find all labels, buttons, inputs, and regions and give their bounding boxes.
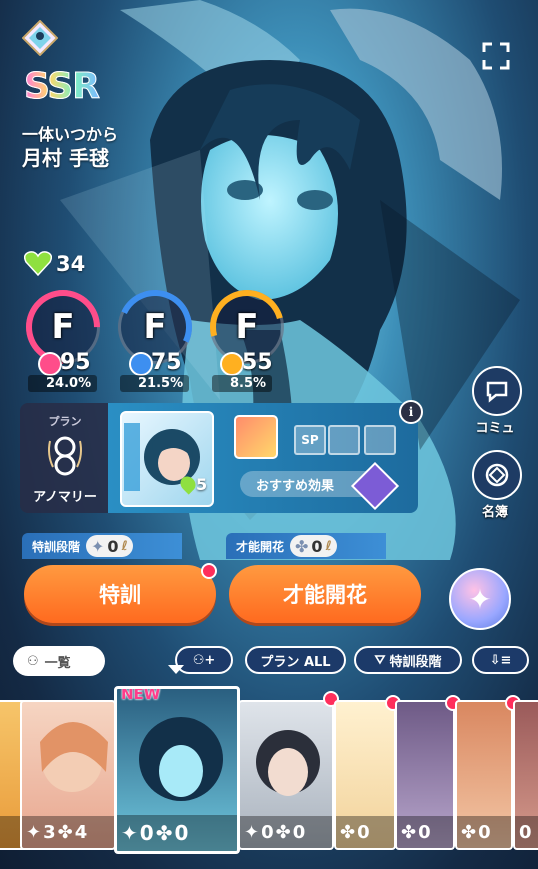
key-icon: ℓ (121, 538, 128, 554)
stage-filter-button[interactable]: ⛛ 特訓段階 (354, 646, 462, 674)
clover-icon: ✤ (461, 821, 477, 843)
chat-icon (486, 381, 508, 403)
character-name: 月村 手毬 (22, 146, 109, 170)
vocal-grade: F (51, 307, 75, 347)
item-icon[interactable] (234, 415, 278, 459)
gift-icon (364, 425, 396, 455)
stage-filter-label: 特訓段階 (389, 654, 442, 670)
talent-stage-label: 才能開花 (236, 539, 285, 554)
talent-count-badge: ✤ 0 ℓ (290, 535, 337, 557)
vocal-value: 95 (60, 350, 91, 375)
selected-indicator-icon (168, 665, 184, 674)
group-icon: ⚇+ (192, 652, 216, 668)
training-button[interactable]: 特訓 (24, 565, 216, 623)
meibo-label: 名簿 (481, 505, 508, 520)
fullscreen-icon[interactable] (482, 42, 510, 70)
card-portrait (40, 722, 108, 792)
card-type-emblem (21, 19, 59, 57)
sparkle-icon: ✦ (121, 821, 138, 845)
commu-label: コミュ (475, 421, 515, 436)
dance-value: 75 (151, 350, 182, 375)
idol-card[interactable]: 0 (513, 700, 538, 850)
card-counts: 0 (515, 816, 538, 848)
rarity-badge: SSR (24, 66, 101, 108)
card-counts: ✦ 0 ✤ 0 (240, 816, 332, 848)
list-view-button[interactable]: ⚇ 一覧 (13, 646, 105, 676)
clover-icon: ✤ (295, 536, 309, 556)
visual-grade: F (235, 307, 259, 347)
visual-bonus: 8.5% (212, 375, 273, 392)
sparkle-action-button[interactable]: ✦ (449, 568, 511, 630)
plan-label: プラン (48, 415, 82, 428)
plan-value: アノマリー (33, 490, 97, 505)
idol-card[interactable]: ✦ 3 ✤ 4 (20, 700, 116, 850)
training-count-badge: ✦ 0 ℓ (86, 535, 133, 557)
clover-icon: ✤ (155, 821, 173, 845)
meibo-button[interactable] (472, 450, 522, 500)
talent-bloom-button[interactable]: 才能開花 (229, 565, 421, 623)
vocal-bonus: 24.0% (28, 375, 98, 392)
list-view-label: 一覧 (44, 655, 71, 671)
idol-card[interactable]: ✤ 0 (395, 700, 455, 850)
idol-card[interactable]: ✤ 0 (455, 700, 513, 850)
clover-icon: ✤ (57, 821, 73, 843)
anomaly-icon (48, 436, 82, 476)
clover-icon: ✤ (340, 821, 356, 843)
list-person-icon: ⚇ (27, 653, 39, 669)
filter-icon: ⛛ (374, 652, 386, 668)
produce-idol-screen: SSR 一体いつから 月村 手毬 34 F F F 95 75 55 24.0%… (0, 0, 538, 869)
plan-panel[interactable]: プラン アノマリー (20, 403, 110, 513)
support-level: 5 (196, 475, 208, 494)
magic-sparkle-icon: ✦ (468, 582, 492, 616)
dance-icon (129, 352, 153, 376)
card-counts: ✦ 0 ✤ 0 (117, 815, 237, 851)
training-notification-dot (201, 563, 217, 579)
clover-icon: ✤ (275, 821, 291, 843)
support-card[interactable]: 5 (120, 411, 214, 507)
card-counts: ✦ 3 ✤ 4 (22, 816, 114, 848)
recommend-label: おすすめ効果 (256, 478, 335, 494)
visual-value: 55 (242, 350, 273, 375)
info-icon[interactable]: i (399, 400, 423, 424)
plan-filter-button[interactable]: プラン ALL (245, 646, 346, 674)
idol-card-selected[interactable]: NEW ✦ 0 ✤ 0 (114, 686, 240, 854)
vocal-icon (38, 352, 62, 376)
dance-grade: F (143, 307, 167, 347)
training-stage-label: 特訓段階 (32, 539, 81, 554)
talent-stage-bar: 才能開花 ✤ 0 ℓ (226, 533, 386, 559)
talent-count: 0 (311, 536, 323, 556)
support-panel[interactable]: 5 SP おすすめ効果 (108, 403, 418, 513)
training-stage-bar: 特訓段階 ✦ 0 ℓ (22, 533, 182, 559)
new-badge: NEW (121, 686, 161, 703)
card-portrait (256, 730, 320, 796)
plan-filter-label: プラン ALL (260, 654, 331, 670)
key-icon: ℓ (325, 538, 332, 554)
sort-button[interactable]: ⇩≡ (472, 646, 529, 674)
dance-bonus: 21.5% (120, 375, 190, 392)
heart-icon (23, 250, 53, 277)
sparkle-icon: ✦ (244, 821, 260, 843)
card-skill-icon (328, 425, 360, 455)
commu-button[interactable] (472, 366, 522, 416)
card-counts: ✤ 0 (397, 816, 453, 848)
idol-card[interactable]: ✤ 0 (334, 700, 396, 850)
visual-icon (220, 352, 244, 376)
badge-icon (485, 463, 509, 487)
emblem-icon (21, 19, 59, 57)
card-counts: ✤ 0 (457, 816, 511, 848)
sparkle-icon: ✦ (26, 821, 42, 843)
sparkle-icon: ✦ (91, 536, 105, 556)
training-count: 0 (107, 536, 119, 556)
sp-icon: SP (294, 425, 326, 455)
card-counts: ✤ 0 (336, 816, 394, 848)
card-portrait (139, 717, 223, 801)
sort-icon: ⇩≡ (489, 652, 512, 668)
heart-count: 34 (56, 252, 86, 276)
clover-icon: ✤ (401, 821, 417, 843)
idol-card[interactable]: ✦ 0 ✤ 0 (238, 700, 334, 850)
recommend-star-icon (350, 461, 400, 511)
